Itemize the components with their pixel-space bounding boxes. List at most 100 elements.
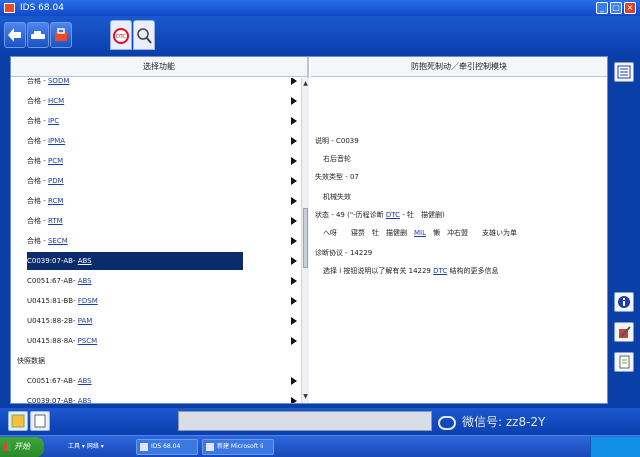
function-list-item[interactable]: 合格 - SECM: [27, 232, 297, 250]
function-list-item[interactable]: 合格 - PDM: [27, 172, 297, 190]
system-tray: [590, 437, 640, 457]
scroll-thumb[interactable]: [303, 208, 308, 268]
expand-arrow-icon[interactable]: [291, 277, 297, 285]
function-list-item[interactable]: 合格 - RTM: [27, 212, 297, 230]
document-icon: [619, 355, 630, 369]
function-list-item[interactable]: 合格 - IPC: [27, 112, 297, 130]
tools-icon: [619, 326, 631, 338]
detail-link[interactable]: MIL: [414, 229, 426, 237]
expand-arrow-icon[interactable]: [291, 197, 297, 205]
detail-line: 选择 i 按钮说明以了解有关 14229 DTC 结构的更多信息: [323, 266, 499, 276]
item-label: C0051:67-AB-: [27, 377, 78, 385]
module-link[interactable]: SECM: [48, 237, 68, 245]
detail-text: 诊断协议 - 14229: [315, 249, 373, 257]
module-link[interactable]: RTM: [48, 217, 63, 225]
watermark: 微信号: zz8-2Y: [438, 412, 634, 432]
expand-arrow-icon[interactable]: [291, 237, 297, 245]
session-icon: [11, 414, 25, 428]
scroll-down-icon[interactable]: ▼: [302, 393, 309, 401]
expand-arrow-icon[interactable]: [291, 137, 297, 145]
function-list-item[interactable]: C0051:67-AB- ABS: [27, 272, 297, 290]
expand-arrow-icon[interactable]: [291, 217, 297, 225]
quick-launch[interactable]: 工具 ▾ 网络 ▾: [64, 439, 130, 455]
module-link[interactable]: PSCM: [78, 337, 98, 345]
detail-suffix: - 牡 描健删): [399, 211, 445, 219]
module-link[interactable]: ABS: [78, 277, 92, 285]
left-pane-header: 选择功能: [11, 57, 307, 77]
function-list-item[interactable]: 合格 - SODM: [27, 78, 297, 90]
function-select-pane: 选择功能 合格 - SODM 合格 - HCM 合格 - IPC 合格 - IPMA 合…: [11, 57, 309, 403]
notes-button[interactable]: [30, 411, 50, 431]
function-list-item[interactable]: 合格 - HCM: [27, 92, 297, 110]
function-list-item[interactable]: 合格 - IPMA: [27, 132, 297, 150]
expand-arrow-icon[interactable]: [291, 78, 297, 85]
info-button[interactable]: [614, 292, 634, 312]
dtc-detail: 说明 - C0039 右后音轮 失效类型 - 07 机械失效 状态 - 49 ("-历程…: [311, 78, 607, 403]
expand-arrow-icon[interactable]: [291, 317, 297, 325]
item-label: 合格 -: [27, 97, 48, 105]
item-label: U0415:88-8A-: [27, 337, 78, 345]
window-title: IDS 68.04: [20, 3, 64, 13]
module-link[interactable]: PCM: [48, 157, 63, 165]
maximize-button[interactable]: □: [610, 2, 622, 14]
task-notepad[interactable]: 新建 Microsoft Ii: [202, 439, 274, 455]
expand-arrow-icon[interactable]: [291, 377, 297, 385]
task-ids[interactable]: IDS 68.04: [136, 439, 198, 455]
status-strip: [178, 411, 432, 431]
expand-arrow-icon[interactable]: [291, 157, 297, 165]
detail-text: 失效类型 - 07: [315, 173, 359, 181]
list-view-button[interactable]: [614, 62, 634, 82]
function-list-item[interactable]: C0051:67-AB- ABS: [27, 372, 297, 390]
dtc-icon: DTC: [113, 28, 129, 44]
expand-arrow-icon[interactable]: [291, 397, 297, 403]
function-list-item[interactable]: U0415:88-2B- PAM: [27, 312, 297, 330]
function-list-scrollbar[interactable]: ▲ ▼: [301, 78, 309, 403]
module-link[interactable]: IPMA: [48, 137, 65, 145]
back-button[interactable]: [4, 22, 26, 48]
tab-dtc[interactable]: DTC: [110, 20, 132, 50]
detail-text: ヘ呀 寝赘 牡 描健删: [323, 229, 414, 237]
session-button[interactable]: [8, 411, 28, 431]
notes-icon: [34, 414, 46, 428]
module-link[interactable]: ABS: [78, 377, 92, 385]
module-link[interactable]: IPC: [48, 117, 59, 125]
module-link[interactable]: HCM: [48, 97, 64, 105]
function-list-item[interactable]: 合格 - RCM: [27, 192, 297, 210]
function-list-item[interactable]: U0415:88-8A- PSCM: [27, 332, 297, 350]
tools-button[interactable]: [614, 322, 634, 342]
function-list-item[interactable]: C0039:07-AB- ABS: [27, 392, 297, 403]
function-list-item[interactable]: U0415:81-BB- FDSM: [27, 292, 297, 310]
expand-arrow-icon[interactable]: [291, 257, 297, 265]
detail-link[interactable]: DTC: [386, 211, 400, 219]
expand-arrow-icon[interactable]: [291, 117, 297, 125]
expand-arrow-icon[interactable]: [291, 337, 297, 345]
car-icon: [31, 31, 45, 39]
module-link[interactable]: SODM: [48, 78, 69, 85]
detail-suffix: 懒 冲右盟 支雄い为单: [426, 229, 518, 237]
home-button[interactable]: [27, 22, 49, 48]
detail-text: 右后音轮: [323, 155, 351, 163]
tab-data-logger[interactable]: [133, 20, 155, 50]
module-link[interactable]: ABS: [78, 257, 92, 265]
detail-text: 状态 - 49 ("-历程诊断: [315, 211, 386, 219]
report-button[interactable]: [614, 352, 634, 372]
module-link[interactable]: PAM: [78, 317, 93, 325]
module-link[interactable]: FDSM: [78, 297, 98, 305]
list-heading: 快照数据: [17, 352, 287, 370]
detail-line: 诊断协议 - 14229: [315, 248, 372, 258]
module-link[interactable]: PDM: [48, 177, 64, 185]
detail-link[interactable]: DTC: [433, 267, 447, 275]
function-list-item[interactable]: C0039:07-AB- ABS: [27, 252, 297, 270]
expand-arrow-icon[interactable]: [291, 97, 297, 105]
scroll-up-icon[interactable]: ▲: [302, 80, 309, 88]
close-button[interactable]: ×: [624, 2, 636, 14]
start-button[interactable]: 开始: [0, 437, 44, 457]
expand-arrow-icon[interactable]: [291, 297, 297, 305]
module-link[interactable]: RCM: [48, 197, 63, 205]
toolbox-button[interactable]: [50, 22, 72, 48]
item-label: 合格 -: [27, 217, 48, 225]
minimize-button[interactable]: _: [596, 2, 608, 14]
function-list-item[interactable]: 合格 - PCM: [27, 152, 297, 170]
expand-arrow-icon[interactable]: [291, 177, 297, 185]
module-link[interactable]: ABS: [78, 397, 92, 403]
